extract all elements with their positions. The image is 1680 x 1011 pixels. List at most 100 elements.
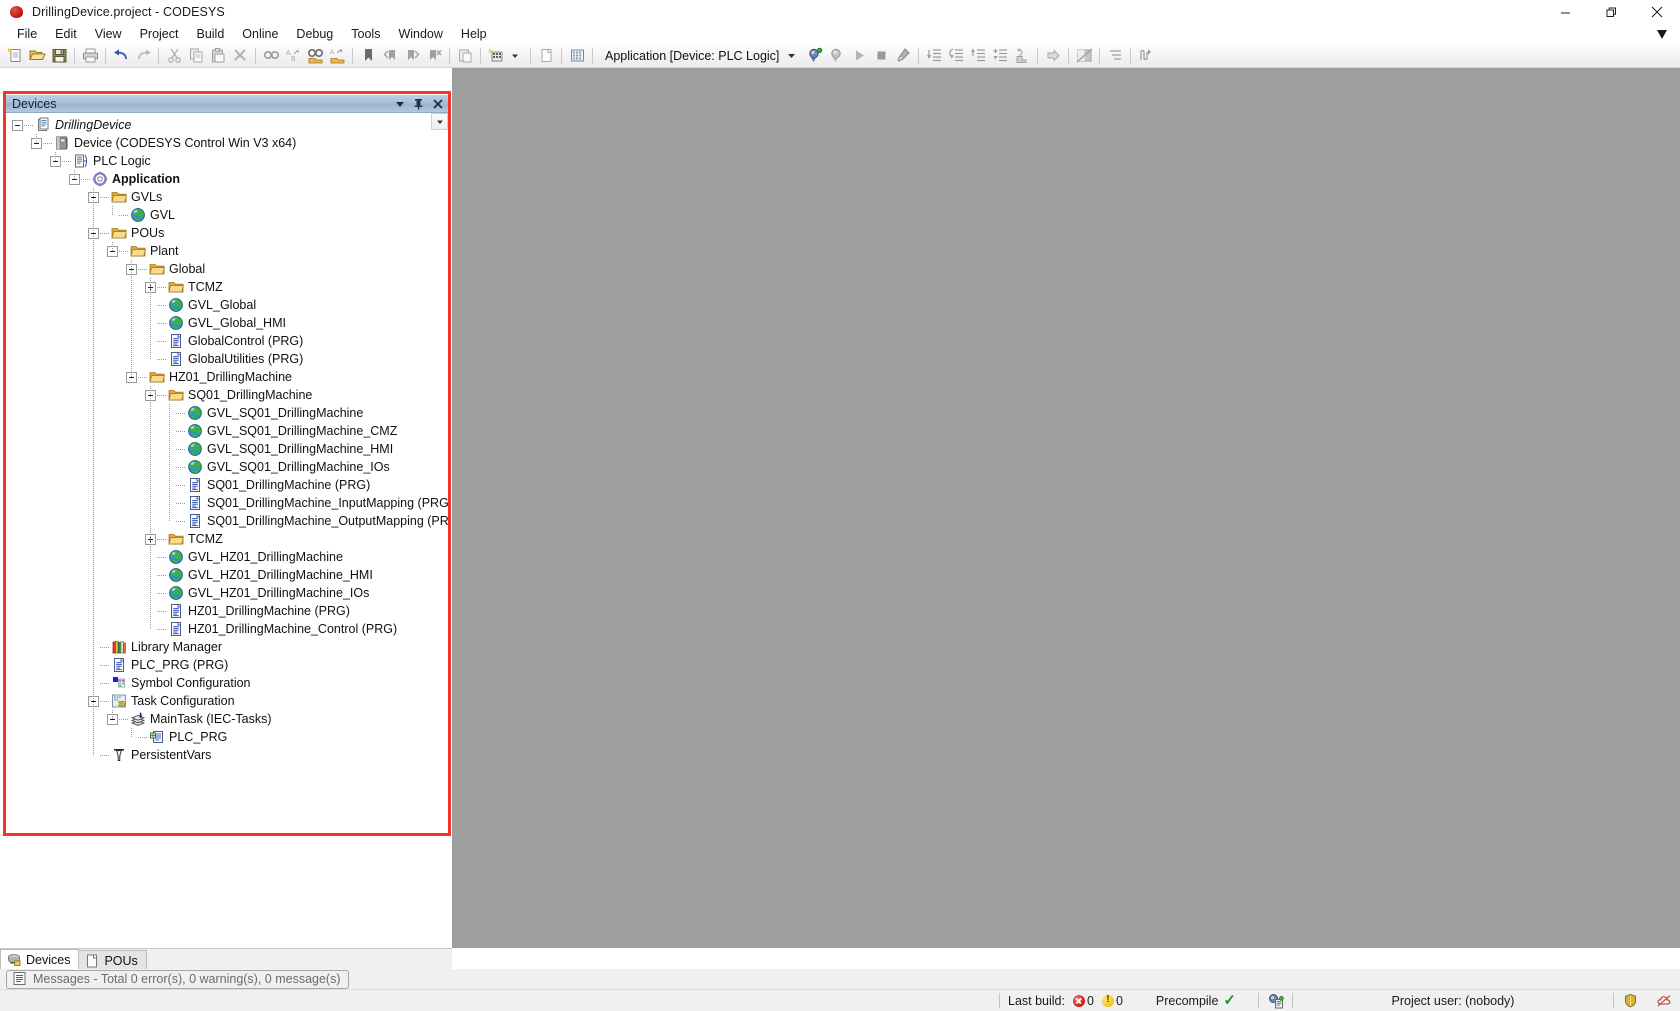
tree-node[interactable]: Application [6,170,431,188]
tree-node[interactable]: SQ01_DrillingMachine_OutputMapping (PRG) [6,512,448,530]
tree-node[interactable]: POUs [6,224,431,242]
tree-node[interactable]: PLC_PRG [6,728,431,746]
tree-node[interactable]: GVL [6,206,431,224]
tree-node[interactable]: GVL_SQ01_DrillingMachine_IOs [6,458,431,476]
cut-icon[interactable] [163,45,185,67]
tree-node[interactable]: HZ01_DrillingMachine_Control (PRG) [6,620,431,638]
panel-menu-chevron-icon[interactable] [391,96,408,112]
tree-node[interactable]: GlobalUtilities (PRG) [6,350,431,368]
new-object-dropdown-caret-icon[interactable] [504,45,526,67]
tree-node[interactable]: GVL_Global_HMI [6,314,431,332]
tree-node[interactable]: TCMZ [6,530,431,548]
menu-online[interactable]: Online [233,25,287,43]
application-selector-combo[interactable]: Application [Device: PLC Logic] [599,46,802,65]
toggle-breakpoint-icon[interactable] [1073,45,1095,67]
tree-node[interactable]: SQ01_DrillingMachine [6,386,431,404]
tab-devices[interactable]: Devices [0,949,80,970]
security-shield-status[interactable] [1614,990,1647,1011]
copy-icon[interactable] [185,45,207,67]
tree-node[interactable]: Task Configuration [6,692,431,710]
step-out-icon[interactable] [967,45,989,67]
tab-pous[interactable]: POUs [78,950,147,970]
toggle-bookmark-icon[interactable] [357,45,379,67]
menu-debug[interactable]: Debug [287,25,342,43]
menu-project[interactable]: Project [131,25,188,43]
tree-node[interactable]: PersistentVars [6,746,431,764]
paste-matching-icon[interactable] [454,45,476,67]
tree-node[interactable]: Plant [6,242,431,260]
logout-icon[interactable] [826,45,848,67]
step-over-icon[interactable] [923,45,945,67]
tree-node[interactable]: GVL_SQ01_DrillingMachine [6,404,431,422]
tree-node[interactable]: MainTask (IEC-Tasks) [6,710,431,728]
open-project-icon[interactable] [26,45,48,67]
offline-status[interactable] [1647,990,1680,1011]
login-icon[interactable] [804,45,826,67]
tree-node[interactable]: GVLs [6,188,431,206]
menu-file[interactable]: File [8,25,46,43]
print-icon[interactable] [79,45,101,67]
tree-node[interactable]: Library Manager [6,638,431,656]
tree-node[interactable]: PLC Logic [6,152,431,170]
tree-node[interactable]: HZ01_DrillingMachine (PRG) [6,602,431,620]
set-next-statement-icon[interactable] [1011,45,1033,67]
tree-node[interactable]: PLC_PRG (PRG) [6,656,431,674]
tree-node[interactable]: GVL_HZ01_DrillingMachine_IOs [6,584,431,602]
browse-call-tree-icon[interactable]: A [326,45,348,67]
device-repository-icon[interactable] [566,45,588,67]
run-to-cursor-icon[interactable] [989,45,1011,67]
next-bookmark-icon[interactable] [401,45,423,67]
close-icon[interactable] [1634,0,1680,24]
start-icon[interactable] [848,45,870,67]
replace-icon[interactable]: A B [282,45,304,67]
previous-bookmark-icon[interactable] [379,45,401,67]
menu-edit[interactable]: Edit [46,25,86,43]
messages-summary-button[interactable]: Messages - Total 0 error(s), 0 warning(s… [6,969,349,989]
tree-scroll-up-button[interactable] [431,113,448,130]
show-next-statement-icon[interactable] [1042,45,1064,67]
pin-icon[interactable] [410,96,427,112]
stop-icon[interactable] [870,45,892,67]
menu-window[interactable]: Window [389,25,451,43]
restore-icon[interactable] [1588,0,1634,24]
clear-bookmarks-icon[interactable] [423,45,445,67]
debug-options-icon[interactable] [892,45,914,67]
tree-node[interactable]: Global [6,260,431,278]
find-icon[interactable] [260,45,282,67]
tree-node[interactable]: GVL_HZ01_DrillingMachine [6,548,431,566]
collapse-node-icon[interactable] [12,119,23,131]
redo-icon[interactable] [132,45,154,67]
browse-cross-reference-icon[interactable] [304,45,326,67]
tree-node[interactable]: DrillingDevice [6,116,431,134]
call-stack-icon[interactable] [1135,45,1157,67]
menu-tools[interactable]: Tools [342,25,389,43]
minimize-icon[interactable] [1542,0,1588,24]
menu-view[interactable]: View [86,25,131,43]
new-project-icon[interactable] [4,45,26,67]
menu-build[interactable]: Build [187,25,233,43]
save-project-icon[interactable] [48,45,70,67]
paste-icon[interactable] [207,45,229,67]
tree-node[interactable]: TCMZ [6,278,431,296]
tree-node[interactable]: GVL_HZ01_DrillingMachine_HMI [6,566,431,584]
tree-node[interactable]: GlobalControl (PRG) [6,332,431,350]
step-into-icon[interactable] [945,45,967,67]
undo-icon[interactable] [110,45,132,67]
plc-connection-status[interactable] [1259,990,1292,1011]
tree-node[interactable]: Symbol Configuration [6,674,431,692]
tree-node[interactable]: Device (CODESYS Control Win V3 x64) [6,134,431,152]
tree-node[interactable]: HZ01_DrillingMachine [6,368,431,386]
watch-icon[interactable] [1104,45,1126,67]
chevron-down-icon[interactable] [787,49,796,63]
delete-icon[interactable] [229,45,251,67]
tree-node[interactable]: SQ01_DrillingMachine (PRG) [6,476,431,494]
tree-connector-line [100,196,109,198]
tree-node[interactable]: SQ01_DrillingMachine_InputMapping (PRG) [6,494,448,512]
close-panel-icon[interactable] [429,96,446,112]
menu-help[interactable]: Help [452,25,496,43]
new-folder-icon[interactable] [535,45,557,67]
filter-down-arrow-icon[interactable] [1654,26,1670,42]
tree-node[interactable]: GVL_SQ01_DrillingMachine_HMI [6,440,431,458]
tree-node[interactable]: GVL_SQ01_DrillingMachine_CMZ [6,422,431,440]
tree-node[interactable]: GVL_Global [6,296,431,314]
